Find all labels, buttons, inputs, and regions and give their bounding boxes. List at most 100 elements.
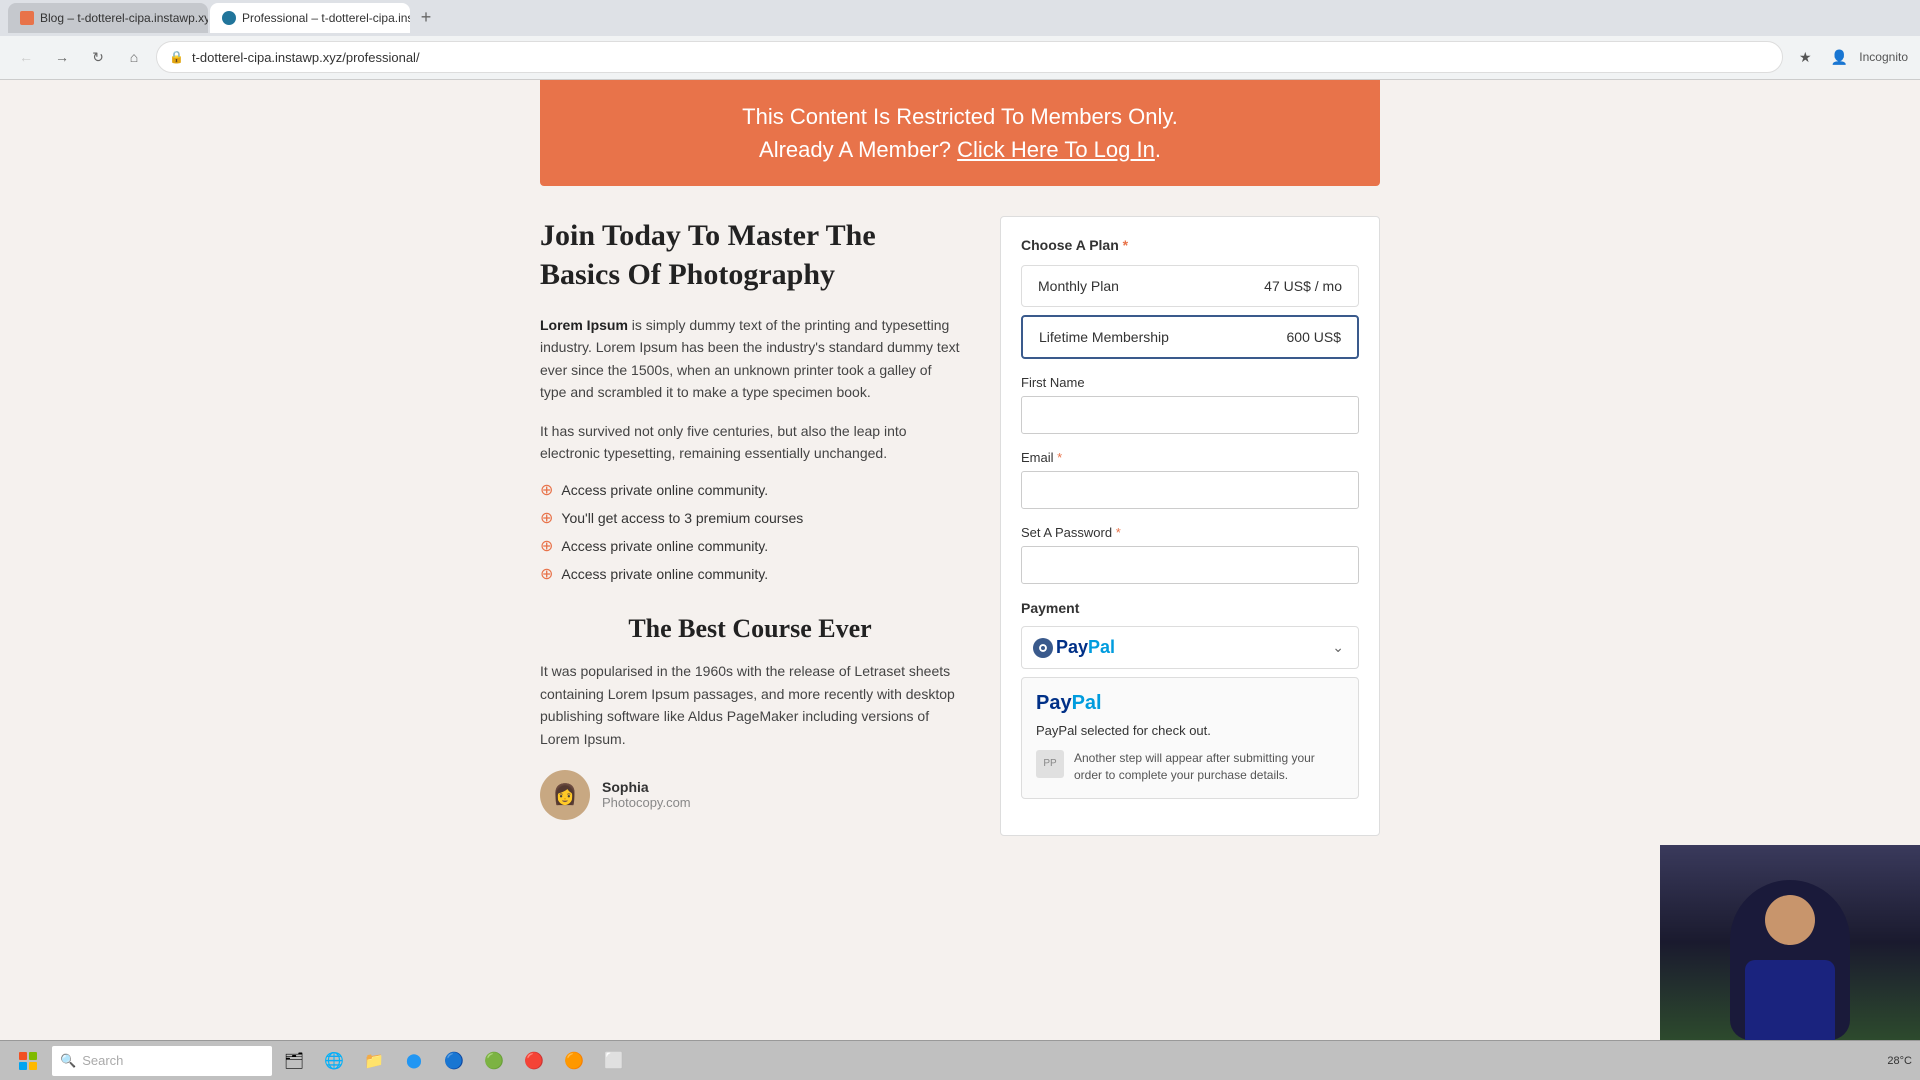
feature-icon-1: ⊕ [540, 480, 553, 500]
login-link[interactable]: Click Here To Log In [957, 137, 1155, 162]
feature-text-2: You'll get access to 3 premium courses [561, 510, 803, 526]
home-button[interactable]: ⌂ [120, 43, 148, 71]
feature-icon-2: ⊕ [540, 508, 553, 528]
browser-actions: ★ 👤 Incognito [1791, 43, 1908, 71]
feature-item-2: ⊕ You'll get access to 3 premium courses [540, 508, 960, 528]
banner-line2: Already A Member? [759, 137, 951, 162]
email-group: Email * [1021, 450, 1359, 509]
required-star-plan: * [1123, 237, 1128, 253]
plan-lifetime[interactable]: Lifetime Membership 600 US$ [1021, 315, 1359, 359]
plan-lifetime-name: Lifetime Membership [1039, 329, 1169, 345]
tab-favicon-2 [222, 11, 236, 25]
taskbar-app-6[interactable]: 🟢 [476, 1045, 512, 1077]
taskbar-search[interactable]: 🔍 Search [52, 1046, 272, 1076]
lorem-paragraph-2: It has survived not only five centuries,… [540, 420, 960, 465]
forward-button[interactable]: → [48, 43, 76, 71]
webcam-overlay [1660, 845, 1920, 1040]
banner-period: . [1155, 137, 1161, 162]
password-group: Set A Password * [1021, 525, 1359, 584]
paypal-option[interactable]: PayPal ⌄ [1021, 626, 1359, 669]
address-bar[interactable]: 🔒 t-dotterel-cipa.instawp.xyz/profession… [156, 41, 1783, 73]
reload-button[interactable]: ↻ [84, 43, 112, 71]
taskbar-app-9[interactable]: ⬜ [596, 1045, 632, 1077]
restricted-banner: This Content Is Restricted To Members On… [540, 80, 1380, 186]
tab-label-2: Professional – t-dotterel-cipa.ins... [242, 11, 410, 25]
taskbar-temp: 28°C [1887, 1055, 1912, 1067]
plan-monthly-price: 47 US$ / mo [1264, 278, 1342, 294]
new-tab-button[interactable]: + [412, 4, 440, 32]
bookmark-button[interactable]: ★ [1791, 43, 1819, 71]
section-title: The Best Course Ever [540, 614, 960, 644]
course-text: It was popularised in the 1960s with the… [540, 660, 960, 750]
browser-tab-2[interactable]: Professional – t-dotterel-cipa.ins... ✕ [210, 3, 410, 33]
plan-monthly[interactable]: Monthly Plan 47 US$ / mo [1021, 265, 1359, 307]
right-column: Choose A Plan * Monthly Plan 47 US$ / mo… [1000, 216, 1380, 836]
browser-tabs: Blog – t-dotterel-cipa.instawp.xy... ✕ P… [0, 0, 1920, 36]
taskbar: 🔍 Search 🗂 🌐 📁 ⬤ 🔵 🟢 🔴 🟠 ⬜ 28°C [0, 1040, 1920, 1080]
plan-section-title: Choose A Plan * [1021, 237, 1359, 253]
tab-favicon-1 [20, 11, 34, 25]
taskbar-app-2[interactable]: 🌐 [316, 1045, 352, 1077]
password-input[interactable] [1021, 546, 1359, 584]
profile-button[interactable]: 👤 [1825, 43, 1853, 71]
required-star-email: * [1057, 450, 1062, 465]
paypal-note-icon: PP [1036, 750, 1064, 778]
first-name-input[interactable] [1021, 396, 1359, 434]
feature-item-1: ⊕ Access private online community. [540, 480, 960, 500]
plan-selection: Choose A Plan * Monthly Plan 47 US$ / mo… [1021, 237, 1359, 359]
start-button[interactable] [8, 1045, 48, 1077]
testimonial: 👩 Sophia Photocopy.com [540, 770, 960, 820]
taskbar-app-4[interactable]: ⬤ [396, 1045, 432, 1077]
feature-icon-4: ⊕ [540, 564, 553, 584]
paypal-note: PP Another step will appear after submit… [1036, 750, 1344, 784]
paypal-logo: PayPal [1036, 637, 1115, 658]
testimonial-info: Sophia Photocopy.com [602, 779, 691, 810]
avatar: 👩 [540, 770, 590, 820]
lorem-paragraph-1: Lorem Ipsum is simply dummy text of the … [540, 314, 960, 404]
taskbar-app-7[interactable]: 🔴 [516, 1045, 552, 1077]
feature-text-1: Access private online community. [561, 482, 768, 498]
feature-list: ⊕ Access private online community. ⊕ You… [540, 480, 960, 584]
taskbar-app-1[interactable]: 🗂 [276, 1045, 312, 1077]
paypal-radio [1036, 641, 1050, 655]
browser-tab-1[interactable]: Blog – t-dotterel-cipa.instawp.xy... ✕ [8, 3, 208, 33]
left-column: Join Today To Master The Basics Of Photo… [540, 216, 960, 836]
required-star-password: * [1116, 525, 1121, 540]
tab-label-1: Blog – t-dotterel-cipa.instawp.xy... [40, 11, 208, 25]
windows-icon [19, 1052, 37, 1070]
feature-text-4: Access private online community. [561, 566, 768, 582]
main-layout: Join Today To Master The Basics Of Photo… [540, 186, 1380, 866]
paypal-checkout-box: PayPal PayPal selected for check out. PP… [1021, 677, 1359, 799]
address-text: t-dotterel-cipa.instawp.xyz/professional… [192, 50, 1770, 65]
win-square-1 [19, 1052, 27, 1060]
lorem-strong: Lorem Ipsum [540, 317, 628, 333]
paypal-checkout-logo: PayPal [1036, 692, 1344, 715]
banner-line1: This Content Is Restricted To Members On… [742, 104, 1178, 129]
search-icon: 🔍 [60, 1053, 76, 1069]
form-card: Choose A Plan * Monthly Plan 47 US$ / mo… [1000, 216, 1380, 836]
person-body [1745, 960, 1835, 1040]
incognito-label: Incognito [1859, 50, 1908, 64]
taskbar-app-3[interactable]: 📁 [356, 1045, 392, 1077]
testimonial-company: Photocopy.com [602, 795, 691, 810]
person-head [1765, 895, 1815, 945]
chevron-down-icon: ⌄ [1332, 639, 1344, 656]
search-placeholder: Search [82, 1053, 123, 1068]
page-content: This Content Is Restricted To Members On… [0, 80, 1920, 1040]
taskbar-app-8[interactable]: 🟠 [556, 1045, 592, 1077]
feature-text-3: Access private online community. [561, 538, 768, 554]
back-button[interactable]: ← [12, 43, 40, 71]
payment-title: Payment [1021, 600, 1359, 616]
taskbar-app-5[interactable]: 🔵 [436, 1045, 472, 1077]
plan-monthly-name: Monthly Plan [1038, 278, 1119, 294]
first-name-group: First Name [1021, 375, 1359, 434]
lock-icon: 🔒 [169, 50, 184, 64]
win-square-4 [29, 1062, 37, 1070]
paypal-text: PayPal [1056, 637, 1115, 658]
webcam-person [1660, 845, 1920, 1040]
banner-text: This Content Is Restricted To Members On… [570, 100, 1350, 166]
email-input[interactable] [1021, 471, 1359, 509]
browser-toolbar: ← → ↻ ⌂ 🔒 t-dotterel-cipa.instawp.xyz/pr… [0, 36, 1920, 79]
password-label: Set A Password * [1021, 525, 1359, 540]
win-square-3 [19, 1062, 27, 1070]
